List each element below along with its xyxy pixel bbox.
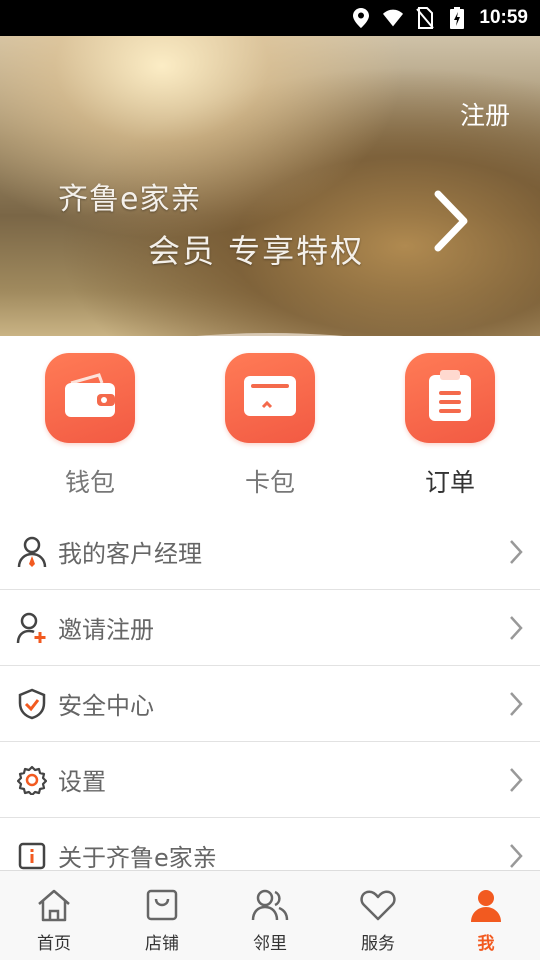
battery-charging-icon xyxy=(447,7,467,29)
tab-label: 我 xyxy=(477,934,495,954)
gear-icon xyxy=(16,764,48,796)
status-bar: 10:59 xyxy=(0,0,540,36)
menu-label: 关于齐鲁e家亲 xyxy=(58,844,217,872)
no-sim-icon xyxy=(415,7,435,29)
orders-label: 订单 xyxy=(424,468,475,497)
bottom-tab-bar: 首页 店铺 邻里 服务 我 xyxy=(0,870,540,960)
menu-label: 安全中心 xyxy=(58,692,154,720)
tab-label: 邻里 xyxy=(253,934,287,954)
chevron-right-icon xyxy=(508,766,524,794)
tab-neighbors[interactable]: 邻里 xyxy=(216,871,324,960)
chevron-right-icon xyxy=(508,842,524,870)
wallet-button[interactable]: 钱包 xyxy=(30,353,150,499)
banner-subtitle: 会员 专享特权 xyxy=(148,232,365,270)
menu-label: 我的客户经理 xyxy=(58,540,202,568)
manager-icon xyxy=(16,536,48,568)
shop-bag-icon xyxy=(142,885,182,925)
tab-home[interactable]: 首页 xyxy=(0,871,108,960)
orders-button[interactable]: 订单 xyxy=(390,353,510,499)
menu-label: 邀请注册 xyxy=(58,616,154,644)
menu-label: 设置 xyxy=(58,768,106,796)
location-icon xyxy=(351,8,371,28)
user-icon xyxy=(466,885,506,925)
shield-check-icon xyxy=(16,688,48,720)
tab-me[interactable]: 我 xyxy=(432,871,540,960)
menu-item-customer-manager[interactable]: 我的客户经理 xyxy=(0,514,540,590)
menu-item-invite-register[interactable]: 邀请注册 xyxy=(0,590,540,666)
chevron-right-icon xyxy=(508,538,524,566)
banner-brand-title: 齐鲁e家亲 xyxy=(58,182,202,217)
card-wallet-label: 卡包 xyxy=(244,468,295,497)
chevron-right-icon[interactable] xyxy=(430,188,470,254)
card-icon xyxy=(243,374,297,422)
tab-label: 首页 xyxy=(37,934,71,954)
settings-menu: 我的客户经理 邀请注册 安全中心 设置 关于齐鲁e家亲 xyxy=(0,514,540,894)
heart-icon xyxy=(358,885,398,925)
card-wallet-button[interactable]: 卡包 xyxy=(210,353,330,499)
menu-item-security-center[interactable]: 安全中心 xyxy=(0,666,540,742)
info-icon xyxy=(16,840,48,872)
clock: 10:59 xyxy=(479,7,528,28)
wallet-icon xyxy=(63,373,117,423)
tab-label: 店铺 xyxy=(145,934,179,954)
wifi-icon xyxy=(383,8,404,28)
member-banner[interactable]: 注册 齐鲁e家亲 会员 专享特权 xyxy=(0,36,540,336)
add-user-icon xyxy=(16,612,48,644)
tab-label: 服务 xyxy=(361,934,395,954)
wallet-label: 钱包 xyxy=(64,468,115,497)
neighbors-icon xyxy=(250,885,290,925)
register-link[interactable]: 注册 xyxy=(460,96,510,132)
tab-services[interactable]: 服务 xyxy=(324,871,432,960)
clipboard-icon xyxy=(427,369,473,427)
chevron-right-icon xyxy=(508,690,524,718)
menu-item-settings[interactable]: 设置 xyxy=(0,742,540,818)
home-icon xyxy=(34,885,74,925)
tab-shop[interactable]: 店铺 xyxy=(108,871,216,960)
quick-actions: 钱包 卡包 订单 xyxy=(0,353,540,503)
chevron-right-icon xyxy=(508,614,524,642)
